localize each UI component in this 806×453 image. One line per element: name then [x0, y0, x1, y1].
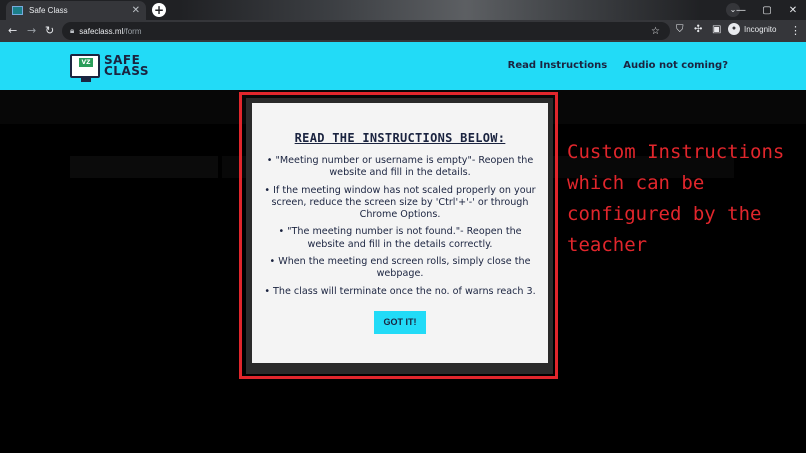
- maximize-button[interactable]: ▢: [754, 5, 780, 16]
- tabbar-background: [180, 0, 700, 20]
- dimmed-field: [70, 156, 218, 178]
- back-icon[interactable]: ←: [8, 24, 17, 37]
- star-icon[interactable]: ☆: [651, 26, 660, 37]
- browser-tab-bar: Safe Class ✕ + ⌄ — ▢ ✕: [0, 0, 806, 20]
- lock-icon[interactable]: 🔒︎: [70, 26, 74, 36]
- shield-icon[interactable]: ⛉: [676, 24, 684, 35]
- url-path: /form: [123, 26, 142, 36]
- logo-text: SAFE CLASS: [104, 54, 149, 78]
- site-header: VZ SAFE CLASS Read Instructions Audio no…: [0, 42, 806, 90]
- incognito-label: Incognito: [744, 24, 777, 34]
- annotation-line: teacher: [567, 234, 648, 256]
- sidepanel-icon[interactable]: ▣: [712, 24, 721, 35]
- annotation-line: which can be: [567, 172, 705, 194]
- annotation-line: configured by the: [567, 203, 762, 225]
- logo-badge: VZ: [79, 58, 93, 67]
- nav-read-instructions[interactable]: Read Instructions: [508, 60, 608, 71]
- logo-line-2: CLASS: [104, 64, 149, 78]
- address-toolbar: ← → ↻ 🔒︎ safeclass.ml/form ☆ ⛉ ✣ ▣ ● Inc…: [0, 20, 806, 42]
- url-field[interactable]: 🔒︎ safeclass.ml/form ☆: [62, 22, 670, 40]
- tab-close-icon[interactable]: ✕: [132, 5, 140, 16]
- url-domain: safeclass.ml: [79, 26, 124, 36]
- nav-audio-not-coming[interactable]: Audio not coming?: [623, 60, 728, 71]
- browser-tab[interactable]: Safe Class ✕: [6, 1, 146, 20]
- favicon-icon: [12, 6, 23, 15]
- reload-icon[interactable]: ↻: [45, 24, 54, 37]
- highlight-frame: [239, 92, 558, 379]
- forward-icon[interactable]: →: [27, 24, 36, 37]
- minimize-button[interactable]: —: [728, 5, 754, 16]
- puzzle-icon[interactable]: ✣: [694, 24, 702, 35]
- site-nav: Read Instructions Audio not coming?: [508, 60, 728, 71]
- annotation-text: Custom Instructions which can be configu…: [567, 137, 797, 261]
- monitor-icon: VZ: [70, 54, 100, 82]
- site-logo[interactable]: VZ SAFE CLASS: [70, 54, 149, 82]
- incognito-indicator[interactable]: ● Incognito: [728, 23, 776, 35]
- kebab-icon[interactable]: ⋮: [790, 24, 801, 37]
- tab-title: Safe Class: [29, 6, 68, 15]
- new-tab-button[interactable]: +: [152, 3, 166, 17]
- incognito-icon: ●: [728, 23, 740, 35]
- annotation-line: Custom Instructions: [567, 141, 785, 163]
- window-controls: — ▢ ✕: [728, 0, 806, 20]
- close-window-button[interactable]: ✕: [780, 5, 806, 16]
